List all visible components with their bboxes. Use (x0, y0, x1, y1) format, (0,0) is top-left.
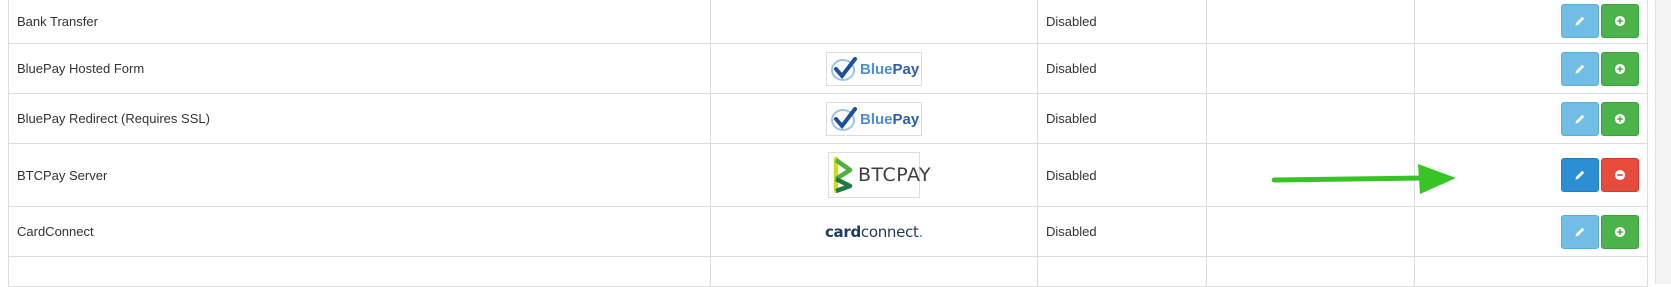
logo-text-part2: Pay (892, 60, 920, 78)
btcpay-logo: BTCPAY (828, 152, 931, 198)
sort-order-cell (1206, 93, 1415, 144)
edit-button[interactable] (1561, 214, 1599, 249)
table-row: BluePay Hosted Form BluePay Disabled (8, 43, 1648, 94)
cardconnect-logo: cardconnect. (825, 223, 923, 241)
sort-order-cell (1206, 43, 1415, 94)
pencil-icon (1575, 170, 1585, 180)
payment-status: Disabled (1037, 93, 1207, 144)
table-row (8, 256, 1648, 287)
table-row: CardConnect cardconnect. Disabled (8, 206, 1648, 257)
action-cell (1414, 43, 1648, 94)
extension-payment-table: Bank Transfer Disabled BluePay Hosted Fo… (8, 0, 1648, 287)
payment-logo-cell: BluePay (710, 43, 1038, 94)
payment-logo-cell: BTCPAY (710, 143, 1038, 207)
install-button[interactable] (1601, 51, 1639, 86)
logo-text-dot: . (918, 222, 924, 241)
edit-button[interactable] (1561, 158, 1599, 192)
pencil-icon (1575, 114, 1585, 124)
edit-button[interactable] (1561, 101, 1599, 136)
edit-button[interactable] (1561, 4, 1599, 38)
payment-logo-cell: cardconnect. (710, 206, 1038, 257)
plus-circle-icon (1614, 113, 1626, 124)
plus-circle-icon (1614, 63, 1626, 74)
logo-text-part2: Pay (892, 110, 920, 128)
logo-text-part1: Blue (860, 60, 893, 78)
pencil-icon (1575, 16, 1585, 26)
action-cell (1414, 0, 1648, 44)
payment-name: CardConnect (8, 206, 711, 257)
bluepay-check-icon (831, 106, 857, 131)
edit-button[interactable] (1561, 51, 1599, 86)
payment-name: BluePay Hosted Form (8, 43, 711, 94)
btcpay-mark-icon (833, 157, 853, 193)
sort-order-cell (1206, 206, 1415, 257)
action-cell (1414, 206, 1648, 257)
pencil-icon (1575, 64, 1585, 74)
install-button[interactable] (1601, 101, 1639, 136)
payment-logo-cell: BluePay (710, 93, 1038, 144)
payment-status: Disabled (1037, 0, 1207, 44)
table-row: BluePay Redirect (Requires SSL) BluePay … (8, 93, 1648, 144)
bluepay-logo: BluePay (826, 101, 922, 136)
payment-status: Disabled (1037, 43, 1207, 94)
minus-circle-icon (1614, 169, 1626, 181)
payment-status: Disabled (1037, 206, 1207, 257)
sort-order-cell (1206, 0, 1415, 44)
bluepay-check-icon (831, 56, 857, 81)
plus-circle-icon (1614, 15, 1626, 27)
logo-text-part1: card (824, 222, 861, 241)
uninstall-button[interactable] (1601, 158, 1639, 192)
payment-name: BluePay Redirect (Requires SSL) (8, 93, 711, 144)
table-row: Bank Transfer Disabled (8, 0, 1648, 44)
pencil-icon (1575, 227, 1585, 237)
payment-status: Disabled (1037, 143, 1207, 207)
scrollbar[interactable] (1655, 0, 1671, 284)
install-button[interactable] (1601, 214, 1639, 249)
install-button[interactable] (1601, 4, 1639, 38)
payment-name: Bank Transfer (8, 0, 711, 44)
bluepay-logo: BluePay (826, 51, 922, 86)
action-cell (1414, 93, 1648, 144)
logo-text-part2: connect (860, 222, 919, 241)
logo-text: BTCPAY (858, 164, 932, 186)
logo-text-part1: Blue (860, 110, 893, 128)
annotation-arrow-icon (1272, 164, 1456, 194)
payment-logo-cell (710, 0, 1038, 44)
plus-circle-icon (1614, 226, 1626, 237)
payment-name: BTCPay Server (8, 143, 711, 207)
